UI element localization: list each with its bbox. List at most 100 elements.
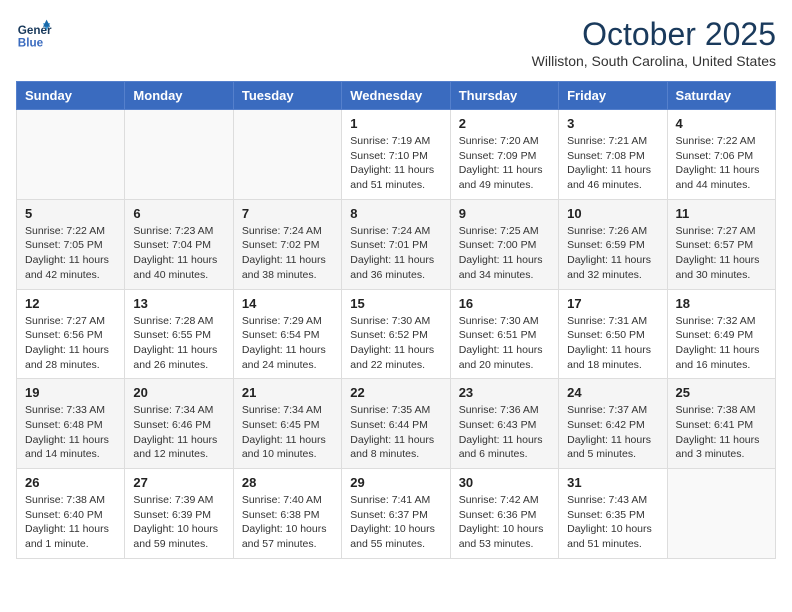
day-info: Sunrise: 7:25 AMSunset: 7:00 PMDaylight:… <box>459 224 550 283</box>
weekday-header-tuesday: Tuesday <box>233 82 341 110</box>
day-info: Sunrise: 7:30 AMSunset: 6:51 PMDaylight:… <box>459 314 550 373</box>
calendar-cell: 15 Sunrise: 7:30 AMSunset: 6:52 PMDayligh… <box>342 289 450 379</box>
day-info: Sunrise: 7:23 AMSunset: 7:04 PMDaylight:… <box>133 224 224 283</box>
day-number: 30 <box>459 475 550 490</box>
day-number: 13 <box>133 296 224 311</box>
day-number: 23 <box>459 385 550 400</box>
day-number: 16 <box>459 296 550 311</box>
day-number: 21 <box>242 385 333 400</box>
day-info: Sunrise: 7:29 AMSunset: 6:54 PMDaylight:… <box>242 314 333 373</box>
calendar-cell: 21 Sunrise: 7:34 AMSunset: 6:45 PMDayligh… <box>233 379 341 469</box>
calendar-cell: 6 Sunrise: 7:23 AMSunset: 7:04 PMDaylight… <box>125 199 233 289</box>
calendar-cell: 24 Sunrise: 7:37 AMSunset: 6:42 PMDayligh… <box>559 379 667 469</box>
day-info: Sunrise: 7:35 AMSunset: 6:44 PMDaylight:… <box>350 403 441 462</box>
calendar-cell: 1 Sunrise: 7:19 AMSunset: 7:10 PMDaylight… <box>342 110 450 200</box>
calendar-cell: 4 Sunrise: 7:22 AMSunset: 7:06 PMDaylight… <box>667 110 775 200</box>
calendar-cell: 10 Sunrise: 7:26 AMSunset: 6:59 PMDayligh… <box>559 199 667 289</box>
weekday-header-monday: Monday <box>125 82 233 110</box>
calendar-cell: 2 Sunrise: 7:20 AMSunset: 7:09 PMDaylight… <box>450 110 558 200</box>
calendar-cell: 18Sunrise: 7:32 AMSunset: 6:49 PMDayligh… <box>667 289 775 379</box>
calendar-cell: 11Sunrise: 7:27 AMSunset: 6:57 PMDayligh… <box>667 199 775 289</box>
day-info: Sunrise: 7:30 AMSunset: 6:52 PMDaylight:… <box>350 314 441 373</box>
day-number: 18 <box>676 296 767 311</box>
day-number: 1 <box>350 116 441 131</box>
day-info: Sunrise: 7:31 AMSunset: 6:50 PMDaylight:… <box>567 314 658 373</box>
day-info: Sunrise: 7:20 AMSunset: 7:09 PMDaylight:… <box>459 134 550 193</box>
weekday-header-row: SundayMondayTuesdayWednesdayThursdayFrid… <box>17 82 776 110</box>
day-info: Sunrise: 7:22 AMSunset: 7:06 PMDaylight:… <box>676 134 767 193</box>
weekday-header-thursday: Thursday <box>450 82 558 110</box>
page-header: General Blue October 2025 Williston, Sou… <box>16 16 776 69</box>
day-info: Sunrise: 7:42 AMSunset: 6:36 PMDaylight:… <box>459 493 550 552</box>
day-number: 11 <box>676 206 767 221</box>
calendar-cell <box>17 110 125 200</box>
day-number: 6 <box>133 206 224 221</box>
day-info: Sunrise: 7:40 AMSunset: 6:38 PMDaylight:… <box>242 493 333 552</box>
calendar-cell: 31 Sunrise: 7:43 AMSunset: 6:35 PMDayligh… <box>559 469 667 559</box>
calendar-week-5: 26 Sunrise: 7:38 AMSunset: 6:40 PMDayligh… <box>17 469 776 559</box>
logo-icon: General Blue <box>16 16 52 52</box>
day-number: 4 <box>676 116 767 131</box>
day-info: Sunrise: 7:26 AMSunset: 6:59 PMDaylight:… <box>567 224 658 283</box>
calendar-week-3: 12 Sunrise: 7:27 AMSunset: 6:56 PMDayligh… <box>17 289 776 379</box>
day-number: 10 <box>567 206 658 221</box>
calendar-cell <box>125 110 233 200</box>
day-number: 25 <box>676 385 767 400</box>
calendar-cell: 3 Sunrise: 7:21 AMSunset: 7:08 PMDaylight… <box>559 110 667 200</box>
calendar-cell: 5 Sunrise: 7:22 AMSunset: 7:05 PMDaylight… <box>17 199 125 289</box>
day-info: Sunrise: 7:34 AMSunset: 6:45 PMDaylight:… <box>242 403 333 462</box>
calendar-week-1: 1 Sunrise: 7:19 AMSunset: 7:10 PMDaylight… <box>17 110 776 200</box>
day-number: 12 <box>25 296 116 311</box>
calendar-cell: 26 Sunrise: 7:38 AMSunset: 6:40 PMDayligh… <box>17 469 125 559</box>
calendar-cell <box>667 469 775 559</box>
day-number: 20 <box>133 385 224 400</box>
day-info: Sunrise: 7:43 AMSunset: 6:35 PMDaylight:… <box>567 493 658 552</box>
logo: General Blue <box>16 16 52 52</box>
day-info: Sunrise: 7:21 AMSunset: 7:08 PMDaylight:… <box>567 134 658 193</box>
day-number: 2 <box>459 116 550 131</box>
day-number: 26 <box>25 475 116 490</box>
day-number: 15 <box>350 296 441 311</box>
day-info: Sunrise: 7:38 AMSunset: 6:40 PMDaylight:… <box>25 493 116 552</box>
calendar-cell: 19Sunrise: 7:33 AMSunset: 6:48 PMDayligh… <box>17 379 125 469</box>
calendar-week-2: 5 Sunrise: 7:22 AMSunset: 7:05 PMDaylight… <box>17 199 776 289</box>
day-number: 29 <box>350 475 441 490</box>
day-number: 24 <box>567 385 658 400</box>
calendar-week-4: 19Sunrise: 7:33 AMSunset: 6:48 PMDayligh… <box>17 379 776 469</box>
day-number: 7 <box>242 206 333 221</box>
svg-text:Blue: Blue <box>18 37 44 50</box>
day-info: Sunrise: 7:38 AMSunset: 6:41 PMDaylight:… <box>676 403 767 462</box>
calendar-cell: 30 Sunrise: 7:42 AMSunset: 6:36 PMDayligh… <box>450 469 558 559</box>
calendar-cell: 9 Sunrise: 7:25 AMSunset: 7:00 PMDaylight… <box>450 199 558 289</box>
calendar-cell: 29 Sunrise: 7:41 AMSunset: 6:37 PMDayligh… <box>342 469 450 559</box>
calendar-cell: 16 Sunrise: 7:30 AMSunset: 6:51 PMDayligh… <box>450 289 558 379</box>
calendar-cell: 28 Sunrise: 7:40 AMSunset: 6:38 PMDayligh… <box>233 469 341 559</box>
day-number: 9 <box>459 206 550 221</box>
day-info: Sunrise: 7:27 AMSunset: 6:56 PMDaylight:… <box>25 314 116 373</box>
day-number: 3 <box>567 116 658 131</box>
day-info: Sunrise: 7:36 AMSunset: 6:43 PMDaylight:… <box>459 403 550 462</box>
calendar-table: SundayMondayTuesdayWednesdayThursdayFrid… <box>16 81 776 559</box>
calendar-cell: 8Sunrise: 7:24 AMSunset: 7:01 PMDaylight… <box>342 199 450 289</box>
day-number: 31 <box>567 475 658 490</box>
day-info: Sunrise: 7:37 AMSunset: 6:42 PMDaylight:… <box>567 403 658 462</box>
weekday-header-friday: Friday <box>559 82 667 110</box>
weekday-header-wednesday: Wednesday <box>342 82 450 110</box>
calendar-cell: 12 Sunrise: 7:27 AMSunset: 6:56 PMDayligh… <box>17 289 125 379</box>
day-info: Sunrise: 7:39 AMSunset: 6:39 PMDaylight:… <box>133 493 224 552</box>
title-block: October 2025 Williston, South Carolina, … <box>532 16 776 69</box>
calendar-cell: 25 Sunrise: 7:38 AMSunset: 6:41 PMDayligh… <box>667 379 775 469</box>
calendar-cell: 20Sunrise: 7:34 AMSunset: 6:46 PMDayligh… <box>125 379 233 469</box>
calendar-cell: 22Sunrise: 7:35 AMSunset: 6:44 PMDayligh… <box>342 379 450 469</box>
day-info: Sunrise: 7:22 AMSunset: 7:05 PMDaylight:… <box>25 224 116 283</box>
calendar-cell: 23 Sunrise: 7:36 AMSunset: 6:43 PMDayligh… <box>450 379 558 469</box>
day-info: Sunrise: 7:24 AMSunset: 7:02 PMDaylight:… <box>242 224 333 283</box>
day-number: 5 <box>25 206 116 221</box>
day-number: 19 <box>25 385 116 400</box>
month-title: October 2025 <box>532 16 776 53</box>
day-info: Sunrise: 7:41 AMSunset: 6:37 PMDaylight:… <box>350 493 441 552</box>
day-info: Sunrise: 7:19 AMSunset: 7:10 PMDaylight:… <box>350 134 441 193</box>
calendar-cell: 7 Sunrise: 7:24 AMSunset: 7:02 PMDaylight… <box>233 199 341 289</box>
day-number: 27 <box>133 475 224 490</box>
day-number: 28 <box>242 475 333 490</box>
